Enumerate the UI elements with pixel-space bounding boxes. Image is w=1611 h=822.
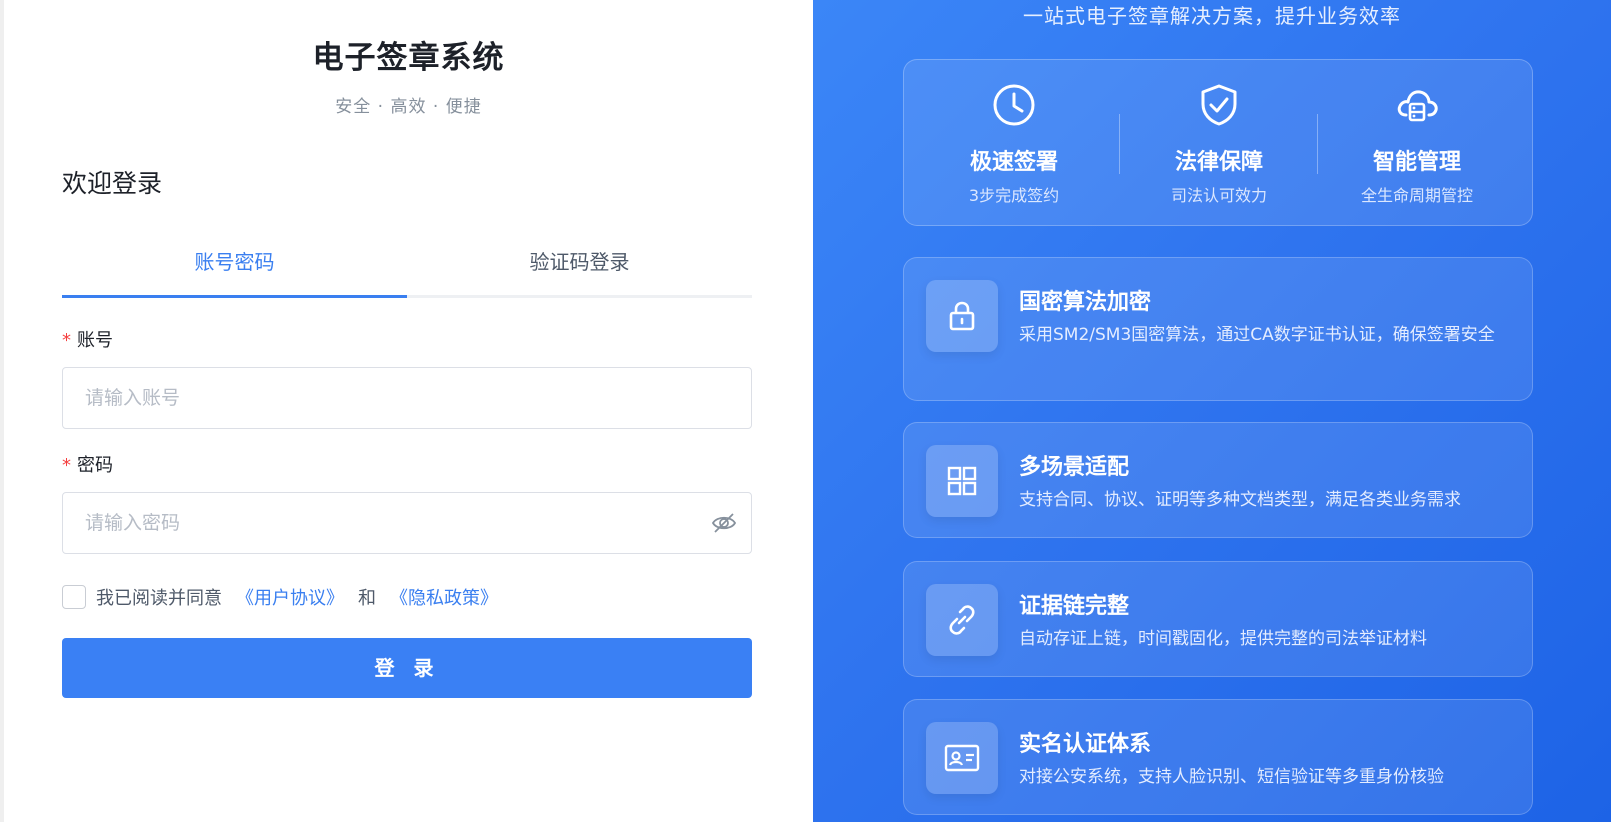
stat-fast-signing: 极速签署 3步完成签约 bbox=[914, 60, 1114, 227]
id-card-icon bbox=[944, 744, 980, 772]
grid-icon bbox=[947, 466, 977, 496]
brand-subtitle: 安全 · 高效 · 便捷 bbox=[335, 97, 482, 117]
feature-card-encryption: 国密算法加密 采用SM2/SM3国密算法，通过CA数字证书认证，确保签署安全 bbox=[903, 257, 1533, 401]
promo-panel: 一站式电子签章解决方案，提升业务效率 极速签署 3步完成签约 法律保障 司法认可… bbox=[813, 0, 1611, 822]
active-tab-indicator bbox=[62, 295, 407, 298]
feature-title: 国密算法加密 bbox=[1019, 290, 1152, 315]
stats-card: 极速签署 3步完成签约 法律保障 司法认可效力 智能管理 全生命周期管控 bbox=[903, 59, 1533, 226]
agreement-conjunction: 和 bbox=[358, 588, 376, 609]
tab-verification-code[interactable]: 验证码登录 bbox=[407, 240, 752, 298]
user-agreement-link[interactable]: 《用户协议》 bbox=[236, 584, 344, 610]
feature-icon-box bbox=[926, 445, 998, 517]
cloud-server-icon bbox=[1397, 90, 1438, 122]
stat-desc: 全生命周期管控 bbox=[1360, 186, 1473, 205]
feature-title: 实名认证体系 bbox=[1019, 732, 1152, 757]
lock-icon bbox=[949, 301, 975, 331]
account-label-text: 账号 bbox=[77, 330, 113, 351]
feature-card-scenarios: 多场景适配 支持合同、协议、证明等多种文档类型，满足各类业务需求 bbox=[903, 422, 1533, 538]
account-input[interactable] bbox=[62, 367, 752, 429]
password-input[interactable] bbox=[62, 492, 752, 554]
welcome-heading: 欢迎登录 bbox=[62, 169, 163, 198]
feature-desc: 对接公安系统，支持人脸识别、短信验证等多重身份核验 bbox=[1019, 767, 1444, 787]
agreement-row: 我已阅读并同意 《用户协议》 和 《隐私政策》 bbox=[62, 584, 506, 610]
password-label: * 密码 bbox=[62, 451, 113, 477]
eye-off-icon[interactable] bbox=[711, 511, 737, 535]
required-mark: * bbox=[62, 455, 71, 476]
shield-check-icon bbox=[1201, 84, 1237, 126]
feature-card-identity: 实名认证体系 对接公安系统，支持人脸识别、短信验证等多重身份核验 bbox=[903, 699, 1533, 815]
feature-card-evidence: 证据链完整 自动存证上链，时间戳固化，提供完整的司法举证材料 bbox=[903, 561, 1533, 677]
login-panel: 电子签章系统 安全 · 高效 · 便捷 欢迎登录 账号密码 验证码登录 * 账号 … bbox=[4, 0, 813, 822]
stat-title: 法律保障 bbox=[1174, 150, 1263, 175]
link-icon bbox=[949, 605, 975, 635]
agreement-prefix: 我已阅读并同意 bbox=[96, 588, 222, 609]
clock-icon bbox=[993, 84, 1035, 126]
stat-management: 智能管理 全生命周期管控 bbox=[1317, 60, 1517, 227]
feature-title: 多场景适配 bbox=[1019, 455, 1130, 480]
account-label: * 账号 bbox=[62, 326, 113, 352]
agreement-checkbox[interactable] bbox=[62, 585, 86, 609]
password-label-text: 密码 bbox=[77, 455, 113, 476]
feature-icon-box bbox=[926, 280, 998, 352]
feature-icon-box bbox=[926, 722, 998, 794]
required-mark: * bbox=[62, 330, 71, 351]
promo-tagline: 一站式电子签章解决方案，提升业务效率 bbox=[1023, 4, 1401, 28]
login-tabs: 账号密码 验证码登录 bbox=[62, 240, 752, 298]
tab-account-password[interactable]: 账号密码 bbox=[62, 240, 407, 298]
feature-title: 证据链完整 bbox=[1019, 594, 1130, 619]
privacy-policy-link[interactable]: 《隐私政策》 bbox=[390, 584, 498, 610]
feature-desc: 支持合同、协议、证明等多种文档类型，满足各类业务需求 bbox=[1019, 490, 1461, 510]
stat-desc: 3步完成签约 bbox=[968, 186, 1060, 205]
stat-desc: 司法认可效力 bbox=[1170, 186, 1267, 205]
login-button[interactable]: 登 录 bbox=[62, 638, 752, 698]
feature-desc: 采用SM2/SM3国密算法，通过CA数字证书认证，确保签署安全 bbox=[1019, 325, 1495, 345]
feature-icon-box bbox=[926, 584, 998, 656]
stat-legal: 法律保障 司法认可效力 bbox=[1119, 60, 1319, 227]
stat-title: 极速签署 bbox=[969, 150, 1058, 175]
brand-title: 电子签章系统 bbox=[312, 40, 505, 76]
stat-title: 智能管理 bbox=[1372, 150, 1461, 175]
feature-desc: 自动存证上链，时间戳固化，提供完整的司法举证材料 bbox=[1019, 629, 1427, 649]
